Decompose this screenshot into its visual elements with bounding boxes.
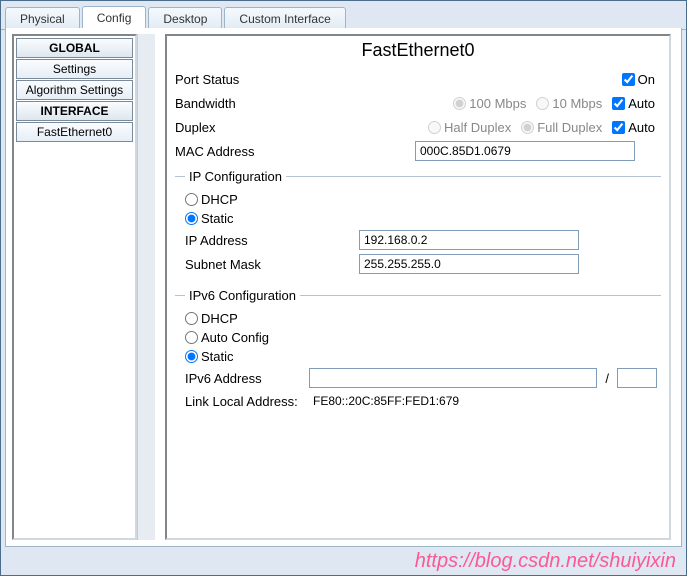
input-ipv6-prefix[interactable]: [617, 368, 657, 388]
checkbox-port-on-input[interactable]: [622, 73, 635, 86]
sidebar-item-fastethernet0[interactable]: FastEthernet0: [16, 122, 133, 142]
radio-ipv4-dhcp[interactable]: DHCP: [185, 192, 238, 207]
checkbox-dup-auto[interactable]: Auto: [612, 120, 655, 135]
radio-dup-half-input[interactable]: [428, 121, 441, 134]
sidebar-header-interface: INTERFACE: [16, 101, 133, 121]
input-mac-address[interactable]: [415, 141, 635, 161]
checkbox-port-on-label: On: [638, 72, 655, 87]
checkbox-bw-auto-input[interactable]: [612, 97, 625, 110]
radio-ipv6-dhcp[interactable]: DHCP: [185, 311, 238, 326]
ipv6-prefix-separator: /: [601, 371, 613, 386]
fieldset-ipv4: IP Configuration DHCP Static: [175, 169, 661, 278]
radio-bw-10-input[interactable]: [536, 97, 549, 110]
radio-ipv6-auto-input[interactable]: [185, 331, 198, 344]
sidebar-item-settings[interactable]: Settings: [16, 59, 133, 79]
radio-ipv6-dhcp-label: DHCP: [201, 311, 238, 326]
tab-bar: Physical Config Desktop Custom Interface: [1, 1, 686, 30]
radio-ipv6-static-label: Static: [201, 349, 234, 364]
radio-dup-half[interactable]: Half Duplex: [428, 120, 511, 135]
radio-ipv6-static[interactable]: Static: [185, 349, 234, 364]
sidebar-header-global: GLOBAL: [16, 38, 133, 58]
row-mac-address: MAC Address: [167, 139, 669, 163]
input-ipv6-address[interactable]: [309, 368, 597, 388]
interface-panel: FastEthernet0 Port Status On Bandwidth: [165, 34, 671, 540]
checkbox-port-on[interactable]: On: [622, 72, 655, 87]
main-area: FastEthernet0 Port Status On Bandwidth: [161, 28, 681, 546]
radio-dup-half-label: Half Duplex: [444, 120, 511, 135]
sidebar-wrap: GLOBAL Settings Algorithm Settings INTER…: [6, 28, 161, 546]
row-bandwidth: Bandwidth 100 Mbps 10 Mbps Auto: [167, 91, 669, 115]
fieldset-ipv6: IPv6 Configuration DHCP Auto Config: [175, 288, 661, 414]
radio-dup-full[interactable]: Full Duplex: [521, 120, 602, 135]
radio-bw-100-input[interactable]: [453, 97, 466, 110]
label-duplex: Duplex: [175, 120, 345, 135]
radio-ipv4-dhcp-input[interactable]: [185, 193, 198, 206]
input-subnet-mask[interactable]: [359, 254, 579, 274]
tab-custom-interface[interactable]: Custom Interface: [224, 7, 345, 30]
sidebar-scrollbar[interactable]: [137, 34, 155, 540]
radio-ipv4-static[interactable]: Static: [185, 211, 234, 226]
tab-config[interactable]: Config: [82, 6, 147, 30]
radio-bw-10-label: 10 Mbps: [552, 96, 602, 111]
tab-desktop[interactable]: Desktop: [148, 7, 222, 30]
label-bandwidth: Bandwidth: [175, 96, 345, 111]
legend-ipv6: IPv6 Configuration: [185, 288, 300, 303]
panel-title: FastEthernet0: [167, 36, 669, 67]
radio-ipv6-auto[interactable]: Auto Config: [185, 330, 269, 345]
radio-ipv4-static-label: Static: [201, 211, 234, 226]
tab-physical[interactable]: Physical: [5, 7, 80, 30]
label-ip-address: IP Address: [185, 233, 355, 248]
row-port-status: Port Status On: [167, 67, 669, 91]
label-link-local: Link Local Address:: [185, 394, 305, 409]
radio-bw-10[interactable]: 10 Mbps: [536, 96, 602, 111]
radio-bw-100-label: 100 Mbps: [469, 96, 526, 111]
radio-dup-full-input[interactable]: [521, 121, 534, 134]
label-mac-address: MAC Address: [175, 144, 345, 159]
watermark-text: https://blog.csdn.net/shuiyixin: [415, 550, 676, 573]
radio-ipv4-dhcp-label: DHCP: [201, 192, 238, 207]
input-ip-address[interactable]: [359, 230, 579, 250]
app-window: Physical Config Desktop Custom Interface…: [0, 0, 687, 576]
sidebar-item-algorithm-settings[interactable]: Algorithm Settings: [16, 80, 133, 100]
checkbox-dup-auto-label: Auto: [628, 120, 655, 135]
row-duplex: Duplex Half Duplex Full Duplex Auto: [167, 115, 669, 139]
radio-ipv6-static-input[interactable]: [185, 350, 198, 363]
label-port-status: Port Status: [175, 72, 345, 87]
radio-ipv6-dhcp-input[interactable]: [185, 312, 198, 325]
radio-ipv4-static-input[interactable]: [185, 212, 198, 225]
label-subnet-mask: Subnet Mask: [185, 257, 355, 272]
sidebar: GLOBAL Settings Algorithm Settings INTER…: [12, 34, 137, 540]
radio-ipv6-auto-label: Auto Config: [201, 330, 269, 345]
radio-bw-100[interactable]: 100 Mbps: [453, 96, 526, 111]
input-link-local: [309, 392, 657, 410]
checkbox-dup-auto-input[interactable]: [612, 121, 625, 134]
radio-dup-full-label: Full Duplex: [537, 120, 602, 135]
label-ipv6-address: IPv6 Address: [185, 371, 305, 386]
checkbox-bw-auto[interactable]: Auto: [612, 96, 655, 111]
legend-ipv4: IP Configuration: [185, 169, 286, 184]
checkbox-bw-auto-label: Auto: [628, 96, 655, 111]
config-tab-body: GLOBAL Settings Algorithm Settings INTER…: [5, 28, 682, 547]
